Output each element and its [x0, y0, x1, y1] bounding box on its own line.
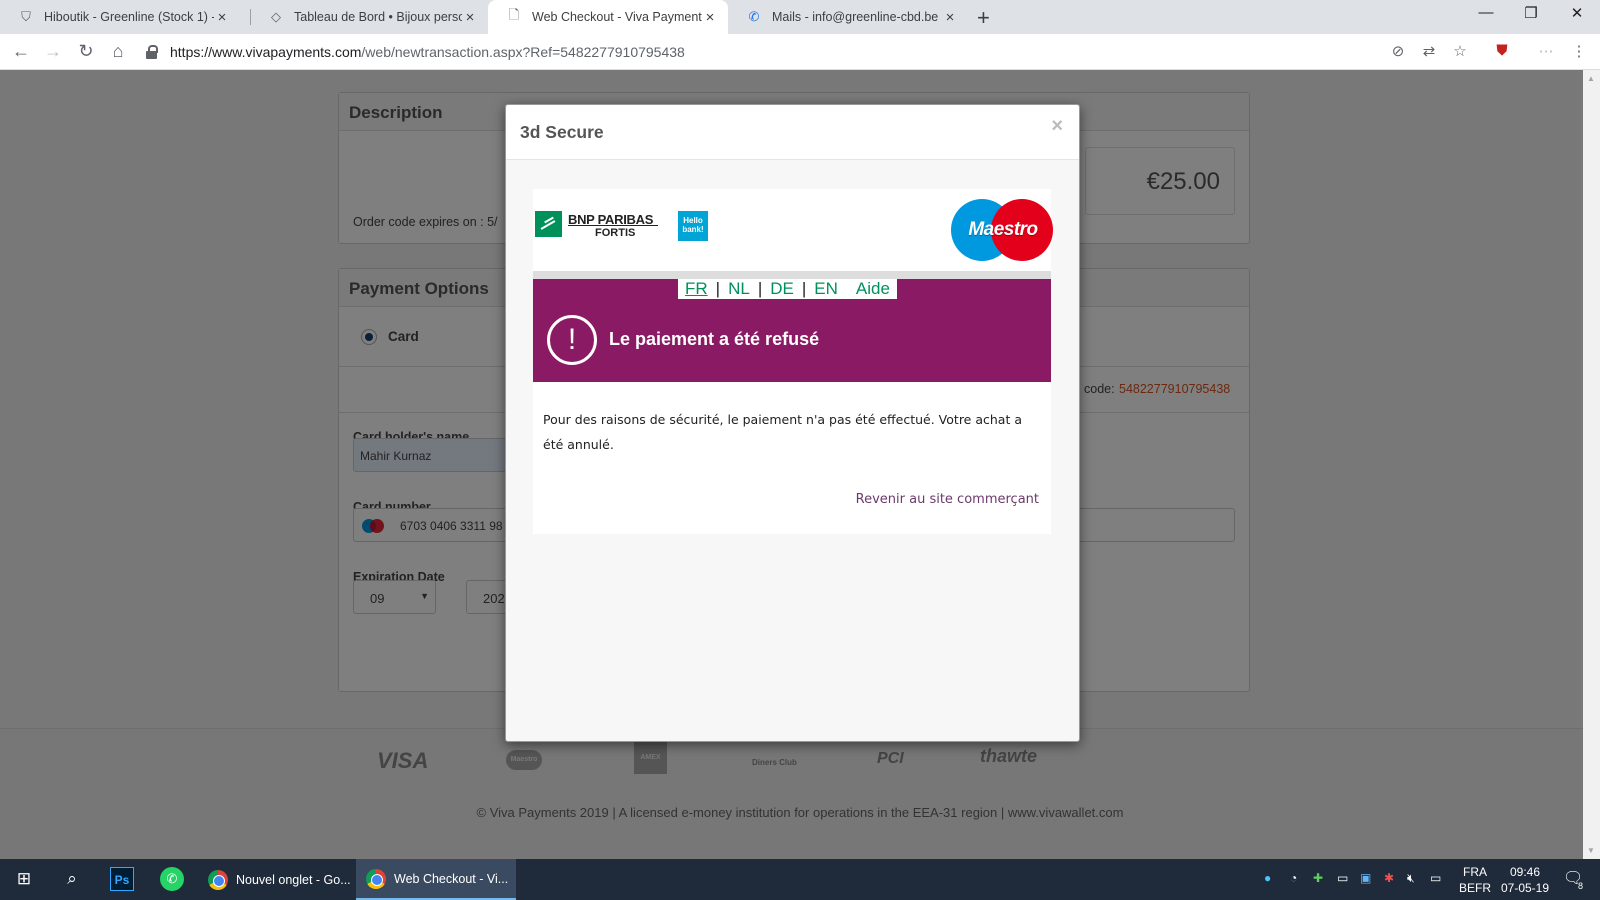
windows-taskbar: ⊞ ⌕ Ps ✆ Nouvel onglet - Go... Web Check… — [0, 859, 1600, 900]
battery-icon[interactable]: ▭ — [1430, 871, 1441, 885]
page-scrollbar[interactable]: ▲ ▼ — [1583, 70, 1600, 859]
page-icon: 🗋 — [508, 7, 520, 22]
skype-tray-icon[interactable]: ● — [1264, 871, 1271, 885]
scroll-down-arrow-icon[interactable]: ▼ — [1587, 846, 1595, 855]
bank-logo-bar: BNP PARIBAS FORTIS Hello bank! Maestro — [533, 189, 1053, 271]
exclamation-icon: ! — [547, 315, 597, 365]
lang-separator: | — [757, 279, 763, 298]
language-selector: FR | NL | DE | EN Aide — [678, 279, 897, 299]
close-window-icon[interactable]: ✕ — [1562, 4, 1592, 22]
menu-icon[interactable]: ⋮ — [1568, 42, 1590, 60]
address-bar[interactable]: https://www.vivapayments.com/web/newtran… — [146, 38, 1406, 66]
lang-en-link[interactable]: EN — [809, 279, 843, 299]
lang-fr-link[interactable]: FR — [680, 279, 713, 299]
volume-muted-icon[interactable]: 🔇︎ — [1407, 871, 1415, 886]
diamond-icon: ◇ — [271, 9, 281, 24]
extension-shield-icon[interactable]: ⛊ — [1491, 42, 1513, 59]
lang-nl-link[interactable]: NL — [723, 279, 755, 299]
tool-tray-icon[interactable]: ✱ — [1384, 871, 1394, 885]
network-tray-icon[interactable]: ◔ — [1290, 871, 1297, 885]
bank-authentication-frame: BNP PARIBAS FORTIS Hello bank! Maestro !… — [533, 189, 1053, 534]
lang-separator: | — [715, 279, 721, 298]
tab-title: Hiboutik - Greenline (Stock 1) - E — [44, 10, 214, 24]
hello-bank-logo: Hello bank! — [678, 211, 708, 241]
extension-icon[interactable]: ⋯ — [1535, 42, 1557, 60]
help-link[interactable]: Aide — [851, 279, 895, 299]
clock-date: 07-05-19 — [1500, 881, 1550, 895]
forward-arrow-icon[interactable]: → — [42, 41, 64, 62]
whatsapp-icon[interactable]: ✆ — [160, 867, 184, 891]
notification-count: 8 — [1578, 881, 1584, 891]
cookie-blocked-icon[interactable]: ⊘ — [1387, 42, 1409, 60]
return-to-merchant-link[interactable]: Revenir au site commerçant — [856, 492, 1039, 507]
chrome-icon — [208, 869, 228, 890]
reload-icon[interactable]: ↻ — [75, 41, 97, 62]
browser-tab-bar: ⛉ Hiboutik - Greenline (Stock 1) - E × ◇… — [0, 0, 1600, 34]
error-message: Pour des raisons de sécurité, le paiemen… — [543, 412, 1022, 452]
bank-name-line2: FORTIS — [595, 227, 636, 239]
lang-separator: | — [801, 279, 807, 298]
close-icon[interactable]: × — [1051, 115, 1063, 138]
windows-start-icon[interactable]: ⊞ — [12, 867, 36, 891]
lang-de-link[interactable]: DE — [765, 279, 799, 299]
close-icon[interactable]: × — [942, 9, 958, 26]
url-path: /web/newtransaction.aspx?Ref=54822779107… — [361, 44, 685, 60]
bank-name-rule — [568, 225, 658, 226]
3d-secure-modal: 3d Secure × BNP PARIBAS FORTIS Hello ban… — [505, 104, 1080, 742]
shield-tray-icon[interactable]: ✚ — [1313, 871, 1323, 885]
maestro-wordmark: Maestro — [968, 219, 1038, 240]
close-icon[interactable]: × — [702, 9, 718, 26]
language-code: FRA — [1463, 865, 1487, 879]
app-tray-icon[interactable]: ▣ — [1360, 871, 1371, 885]
system-clock[interactable]: 09:46 07-05-19 — [1495, 864, 1555, 896]
translate-icon[interactable]: ⇄ — [1418, 42, 1440, 60]
bnp-paribas-logo-icon — [535, 211, 562, 237]
search-icon[interactable]: ⌕ — [60, 867, 84, 891]
phone-icon: ✆ — [748, 9, 760, 24]
url-host: https://www.vivapayments.com — [170, 44, 362, 60]
tab-tableau-de-bord[interactable]: ◇ Tableau de Bord • Bijoux personn × — [250, 0, 488, 34]
back-arrow-icon[interactable]: ← — [10, 41, 32, 62]
maestro-logo: Maestro — [951, 199, 1053, 261]
tab-title: Tableau de Bord • Bijoux personn — [294, 10, 462, 24]
language-bar-divider — [533, 271, 1051, 279]
close-icon[interactable]: × — [214, 9, 230, 26]
taskbar-app-chrome-checkout[interactable]: Web Checkout - Vi... — [356, 859, 516, 900]
home-icon[interactable]: ⌂ — [107, 41, 129, 62]
minimize-icon[interactable]: — — [1471, 4, 1501, 21]
taskbar-app-label: Nouvel onglet - Go... — [236, 872, 351, 887]
tab-mails[interactable]: ✆ Mails - info@greenline-cbd.be × — [728, 0, 968, 34]
taskbar-app-chrome-newtab[interactable]: Nouvel onglet - Go... — [198, 859, 356, 900]
photoshop-icon[interactable]: Ps — [110, 867, 134, 891]
restore-icon[interactable]: ❐ — [1516, 4, 1546, 22]
shield-icon: ⛉ — [21, 9, 31, 24]
new-tab-icon[interactable]: + — [977, 5, 990, 31]
bookmark-star-icon[interactable]: ☆ — [1449, 42, 1471, 60]
scroll-up-arrow-icon[interactable]: ▲ — [1587, 74, 1595, 83]
modal-header: 3d Secure × — [506, 105, 1079, 160]
input-language[interactable]: FRA BEFR — [1455, 864, 1495, 896]
tab-title: Mails - info@greenline-cbd.be — [772, 10, 939, 24]
error-title: Le paiement a été refusé — [609, 329, 820, 349]
tab-web-checkout[interactable]: 🗋 Web Checkout - Viva Payments × — [488, 0, 728, 34]
lock-icon — [146, 45, 158, 59]
tab-hiboutik[interactable]: ⛉ Hiboutik - Greenline (Stock 1) - E × — [0, 0, 240, 34]
close-icon[interactable]: × — [462, 9, 478, 26]
browser-toolbar: ← → ↻ ⌂ https://www.vivapayments.com/web… — [0, 34, 1600, 70]
clock-time: 09:46 — [1509, 865, 1541, 879]
modal-title: 3d Secure — [520, 122, 604, 142]
chrome-icon — [366, 868, 386, 889]
display-tray-icon[interactable]: ▭ — [1337, 871, 1348, 885]
tab-title: Web Checkout - Viva Payments — [532, 10, 702, 24]
keyboard-layout: BEFR — [1458, 881, 1491, 895]
taskbar-app-label: Web Checkout - Vi... — [394, 871, 509, 886]
